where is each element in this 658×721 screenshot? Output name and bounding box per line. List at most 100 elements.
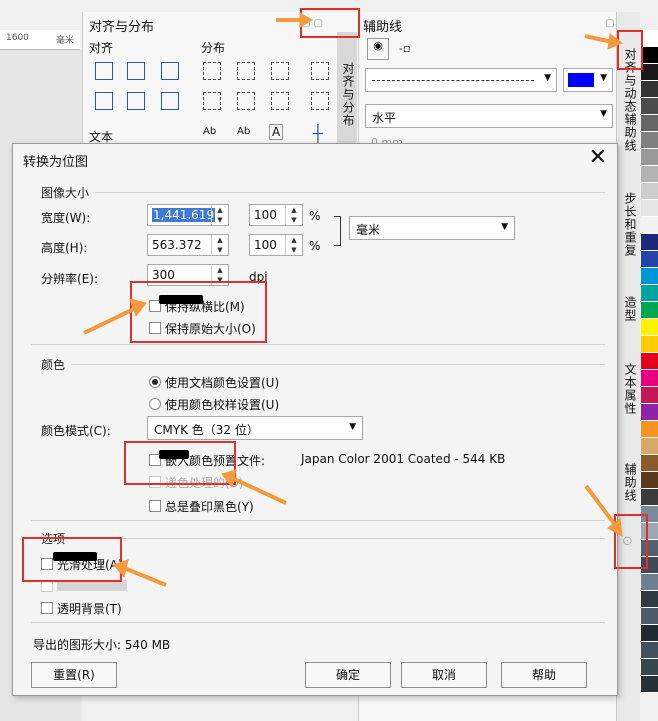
align-left-icon[interactable] <box>95 62 113 80</box>
palette-swatch[interactable] <box>641 200 658 217</box>
palette-swatch[interactable] <box>641 421 658 438</box>
height-input[interactable]: 563.372 ▲ ▼ <box>147 234 229 256</box>
chevron-down-icon: ▼ <box>600 109 607 119</box>
distribute-spacing-h-icon[interactable] <box>311 62 329 80</box>
image-size-group-label: 图像大小 <box>41 186 90 200</box>
transparent-bg-label[interactable]: 透明背景(T) <box>57 600 122 617</box>
distribute-left-icon[interactable] <box>203 62 221 80</box>
palette-swatch[interactable] <box>641 642 658 659</box>
align-top-icon[interactable] <box>95 92 113 110</box>
guide-panel-title: 辅助线 <box>363 20 403 35</box>
palette-swatch[interactable] <box>641 47 658 64</box>
palette-swatch[interactable] <box>641 387 658 404</box>
help-button[interactable]: 帮助 <box>501 662 587 688</box>
guide-lock-icon[interactable]: -▫ <box>399 42 410 55</box>
palette-swatch[interactable] <box>641 234 658 251</box>
distribute-center-icon[interactable] <box>237 62 255 80</box>
palette-swatch[interactable] <box>641 285 658 302</box>
palette-swatch[interactable] <box>641 251 658 268</box>
align-bottom-icon[interactable] <box>161 92 179 110</box>
palette-swatch[interactable] <box>641 625 658 642</box>
spin-arrows-icon[interactable]: ▲ ▼ <box>211 235 228 255</box>
align-center-v-icon[interactable] <box>127 92 145 110</box>
palette-swatch[interactable] <box>641 336 658 353</box>
reset-button[interactable]: 重置(R) <box>31 662 117 688</box>
line-style-select[interactable]: ▼ <box>365 68 557 92</box>
width-input[interactable]: 1,441.619 ▲ ▼ <box>147 204 229 226</box>
spin-arrows-icon[interactable]: ▲ ▼ <box>285 235 302 255</box>
palette-swatch[interactable] <box>641 183 658 200</box>
width-percent-input[interactable]: 100 ▲ ▼ <box>249 204 303 226</box>
guide-visibility-icon[interactable]: ◉ <box>367 38 389 60</box>
palette-swatch[interactable] <box>641 353 658 370</box>
distribute-bottom-icon[interactable] <box>271 92 289 110</box>
palette-swatch[interactable] <box>641 591 658 608</box>
palette-swatch[interactable] <box>641 64 658 81</box>
ok-button[interactable]: 确定 <box>305 662 391 688</box>
palette-swatch[interactable] <box>641 115 658 132</box>
color-mode-select[interactable]: CMYK 色（32 位） ▼ <box>147 416 363 440</box>
palette-swatch[interactable] <box>641 302 658 319</box>
palette-swatch[interactable] <box>641 574 658 591</box>
horizontal-ruler: 1600 毫米 <box>0 30 80 50</box>
palette-swatch[interactable] <box>641 370 658 387</box>
palette-swatch[interactable] <box>641 268 658 285</box>
palette-swatch[interactable] <box>641 472 658 489</box>
overprint-black-label[interactable]: 总是叠印黑色(Y) <box>165 498 254 515</box>
unit-select[interactable]: 毫米 ▼ <box>349 216 515 240</box>
palette-swatch[interactable] <box>641 166 658 183</box>
palette-swatch[interactable] <box>641 404 658 421</box>
palette-swatch[interactable] <box>641 455 658 472</box>
distribute-top-icon[interactable] <box>203 92 221 110</box>
docker-tab-strip: 对齐与动态辅助线 步长和重复 造型 文本属性 辅助线 ⊙ <box>616 12 640 721</box>
text-align-icon-2[interactable]: Ab <box>237 126 250 137</box>
highlight-box <box>124 441 236 485</box>
palette-swatch[interactable] <box>641 30 658 47</box>
dock-tab-shaping[interactable]: 造型 <box>619 290 639 340</box>
use-document-color-label[interactable]: 使用文档颜色设置(U) <box>165 374 279 391</box>
dock-tab-label: 辅助线 <box>623 463 637 502</box>
percent-unit: % <box>309 209 321 223</box>
chevron-down-icon: ▼ <box>600 73 607 83</box>
palette-swatch[interactable] <box>641 659 658 676</box>
guide-panel-menu-icon[interactable]: ▢ <box>605 18 614 29</box>
palette-swatch[interactable] <box>641 217 658 234</box>
group-divider <box>71 364 605 365</box>
palette-swatch[interactable] <box>641 319 658 336</box>
palette-swatch[interactable] <box>641 438 658 455</box>
use-proof-color-label[interactable]: 使用颜色校样设置(U) <box>165 396 279 413</box>
palette-swatch[interactable] <box>641 608 658 625</box>
distribute-right-icon[interactable] <box>271 62 289 80</box>
height-percent-input[interactable]: 100 ▲ ▼ <box>249 234 303 256</box>
group-divider <box>71 538 605 539</box>
dock-tab-text-props[interactable]: 文本属性 <box>619 357 639 447</box>
text-align-icon-3[interactable]: A <box>269 124 284 140</box>
overprint-black-checkbox[interactable] <box>149 500 161 512</box>
height-value: 563.372 <box>152 238 202 252</box>
palette-swatch[interactable] <box>641 149 658 166</box>
align-vertical-tab-label: 对齐与分布 <box>341 62 355 127</box>
cancel-button[interactable]: 取消 <box>401 662 487 688</box>
crosshair-icon[interactable]: ┼ <box>313 124 323 143</box>
color-mode-label: 颜色模式(C): <box>41 424 111 438</box>
palette-swatch[interactable] <box>641 132 658 149</box>
palette-swatch[interactable] <box>641 81 658 98</box>
use-document-color-radio[interactable] <box>149 376 161 388</box>
close-icon[interactable]: ✕ <box>589 145 607 171</box>
align-center-h-icon[interactable] <box>127 62 145 80</box>
palette-swatch[interactable] <box>641 676 658 693</box>
line-color-picker[interactable]: ▼ <box>563 68 613 92</box>
palette-swatch[interactable] <box>641 489 658 506</box>
spin-arrows-icon[interactable]: ▲ ▼ <box>211 205 228 225</box>
use-proof-color-radio[interactable] <box>149 398 161 410</box>
distribute-middle-icon[interactable] <box>237 92 255 110</box>
text-align-icon-1[interactable]: Ab <box>203 126 216 137</box>
distribute-spacing-v-icon[interactable] <box>311 92 329 110</box>
align-right-icon[interactable] <box>161 62 179 80</box>
transparent-bg-checkbox[interactable] <box>41 602 53 614</box>
palette-swatch[interactable] <box>641 98 658 115</box>
spin-arrows-icon[interactable]: ▲ ▼ <box>285 205 302 225</box>
orientation-select[interactable]: 水平 ▼ <box>365 104 613 128</box>
dock-tab-step-repeat[interactable]: 步长和重复 <box>619 192 639 282</box>
dock-tab-label: 造型 <box>623 296 637 322</box>
